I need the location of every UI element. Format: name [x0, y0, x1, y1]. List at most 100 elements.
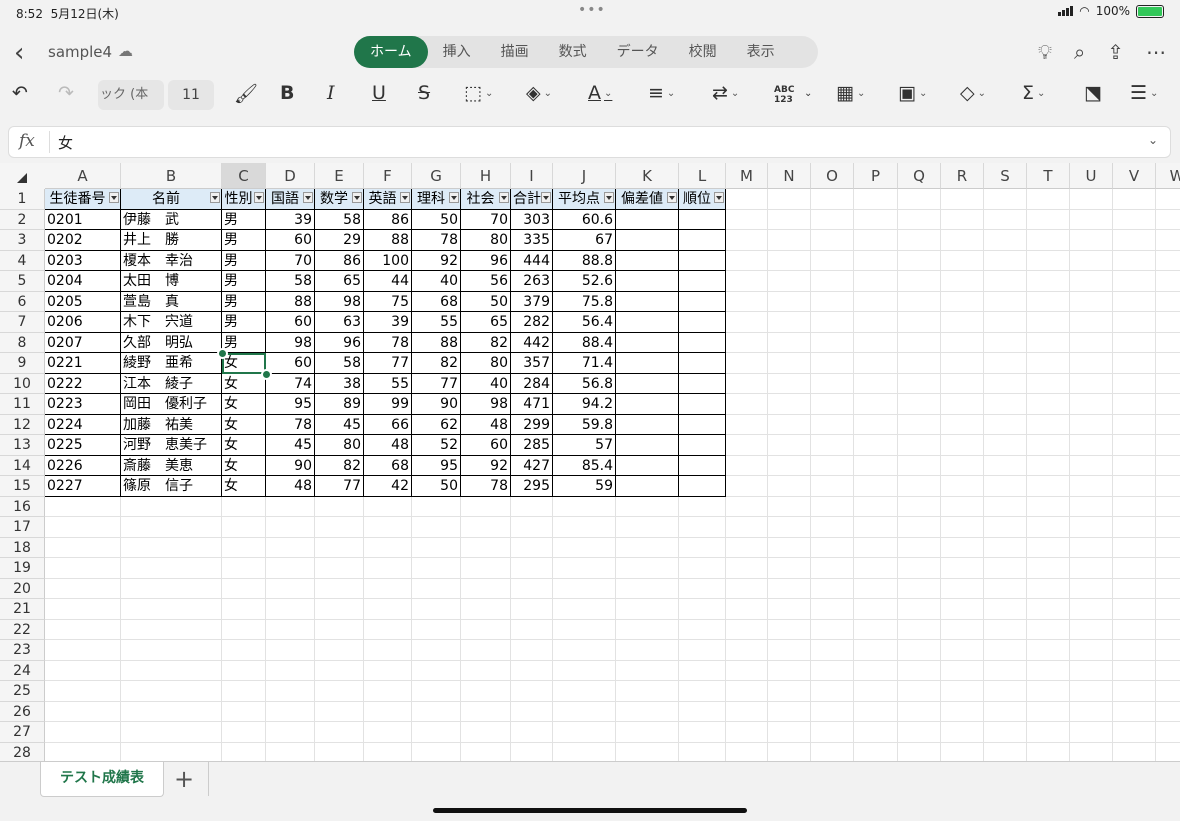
table-cell[interactable]: 100 — [364, 250, 412, 271]
empty-cell[interactable] — [1156, 702, 1180, 722]
empty-cell[interactable] — [616, 681, 679, 702]
strikethrough-icon[interactable]: S — [418, 82, 430, 104]
empty-cell[interactable] — [266, 537, 315, 558]
table-cell[interactable]: 50 — [461, 291, 511, 312]
empty-cell[interactable] — [679, 496, 726, 517]
empty-cell[interactable] — [811, 517, 854, 538]
empty-cell[interactable] — [1027, 230, 1070, 251]
empty-cell[interactable] — [854, 291, 898, 312]
row-header[interactable]: 15 — [0, 476, 45, 497]
empty-cell[interactable] — [726, 660, 768, 681]
empty-cell[interactable] — [511, 722, 553, 743]
empty-cell[interactable] — [1113, 332, 1156, 353]
empty-cell[interactable] — [854, 722, 898, 743]
empty-cell[interactable] — [412, 558, 461, 579]
row-header[interactable]: 16 — [0, 496, 45, 517]
empty-cell[interactable] — [941, 496, 984, 517]
empty-cell[interactable] — [1156, 271, 1180, 292]
empty-cell[interactable] — [461, 537, 511, 558]
empty-cell[interactable] — [941, 373, 984, 394]
filter-icon[interactable]: ☰ ⌄ — [1130, 82, 1158, 104]
empty-cell[interactable] — [1027, 722, 1070, 743]
table-cell[interactable]: 45 — [315, 414, 364, 435]
empty-cell[interactable] — [553, 660, 616, 681]
empty-cell[interactable] — [121, 640, 222, 661]
empty-cell[interactable] — [616, 578, 679, 599]
table-cell[interactable]: 篠原 信子 — [121, 476, 222, 497]
filter-dropdown-icon[interactable] — [303, 192, 313, 203]
empty-cell[interactable] — [679, 537, 726, 558]
row-header[interactable]: 24 — [0, 660, 45, 681]
tab-insert[interactable]: 挿入 — [428, 36, 486, 68]
table-cell[interactable]: 95 — [266, 394, 315, 415]
table-cell[interactable]: 木下 宍道 — [121, 312, 222, 333]
empty-cell[interactable] — [726, 496, 768, 517]
empty-cell[interactable] — [898, 701, 941, 722]
empty-cell[interactable] — [45, 742, 121, 761]
row-header[interactable]: 28 — [0, 742, 45, 761]
table-cell[interactable] — [679, 455, 726, 476]
empty-cell[interactable] — [726, 517, 768, 538]
empty-cell[interactable] — [315, 660, 364, 681]
empty-cell[interactable] — [984, 209, 1027, 230]
table-cell[interactable]: 伊藤 武 — [121, 209, 222, 230]
table-cell[interactable]: 0207 — [45, 332, 121, 353]
table-cell[interactable]: 78 — [412, 230, 461, 251]
table-cell[interactable]: 88.4 — [553, 332, 616, 353]
table-cell[interactable]: 40 — [412, 271, 461, 292]
table-cell[interactable]: 男 — [222, 271, 266, 292]
table-header-cell[interactable]: 平均点 — [553, 189, 616, 210]
table-cell[interactable] — [616, 312, 679, 333]
empty-cell[interactable] — [941, 619, 984, 640]
empty-cell[interactable] — [1113, 640, 1156, 661]
empty-cell[interactable] — [1027, 250, 1070, 271]
empty-cell[interactable] — [121, 619, 222, 640]
column-header-B[interactable]: B — [121, 163, 222, 189]
empty-cell[interactable] — [768, 455, 811, 476]
table-cell[interactable]: 78 — [266, 414, 315, 435]
format-painter-icon[interactable]: 🖌︎ — [234, 82, 258, 105]
empty-cell[interactable] — [726, 537, 768, 558]
empty-cell[interactable] — [1113, 558, 1156, 579]
empty-cell[interactable] — [553, 701, 616, 722]
empty-cell[interactable] — [412, 701, 461, 722]
tab-data[interactable]: データ — [602, 36, 674, 68]
number-format-icon[interactable]: ABC 123 — [774, 85, 794, 105]
empty-cell[interactable] — [553, 681, 616, 702]
empty-cell[interactable] — [364, 742, 412, 761]
column-header-W[interactable]: W — [1156, 163, 1180, 189]
empty-cell[interactable] — [1113, 353, 1156, 374]
empty-cell[interactable] — [679, 742, 726, 761]
empty-cell[interactable] — [854, 558, 898, 579]
empty-cell[interactable] — [45, 619, 121, 640]
empty-cell[interactable] — [984, 537, 1027, 558]
table-cell[interactable]: 57 — [553, 435, 616, 456]
empty-cell[interactable] — [854, 250, 898, 271]
empty-cell[interactable] — [768, 640, 811, 661]
table-cell[interactable]: 江本 綾子 — [121, 373, 222, 394]
table-cell[interactable] — [616, 435, 679, 456]
empty-cell[interactable] — [1113, 230, 1156, 251]
empty-cell[interactable] — [726, 640, 768, 661]
table-cell[interactable]: 0223 — [45, 394, 121, 415]
table-cell[interactable]: 299 — [511, 414, 553, 435]
empty-cell[interactable] — [811, 496, 854, 517]
table-cell[interactable]: 0225 — [45, 435, 121, 456]
row-header[interactable]: 9 — [0, 353, 45, 374]
row-header[interactable]: 25 — [0, 681, 45, 702]
empty-cell[interactable] — [553, 722, 616, 743]
row-header[interactable]: 7 — [0, 312, 45, 333]
empty-cell[interactable] — [984, 353, 1027, 374]
empty-cell[interactable] — [854, 209, 898, 230]
add-sheet-icon[interactable]: + — [174, 765, 194, 793]
table-cell[interactable]: 55 — [412, 312, 461, 333]
empty-cell[interactable] — [768, 189, 811, 210]
table-cell[interactable]: 82 — [412, 353, 461, 374]
empty-cell[interactable] — [1156, 312, 1180, 333]
table-cell[interactable] — [679, 414, 726, 435]
empty-cell[interactable] — [726, 619, 768, 640]
empty-cell[interactable] — [1070, 250, 1113, 271]
empty-cell[interactable] — [768, 496, 811, 517]
table-cell[interactable] — [616, 476, 679, 497]
empty-cell[interactable] — [1027, 496, 1070, 517]
